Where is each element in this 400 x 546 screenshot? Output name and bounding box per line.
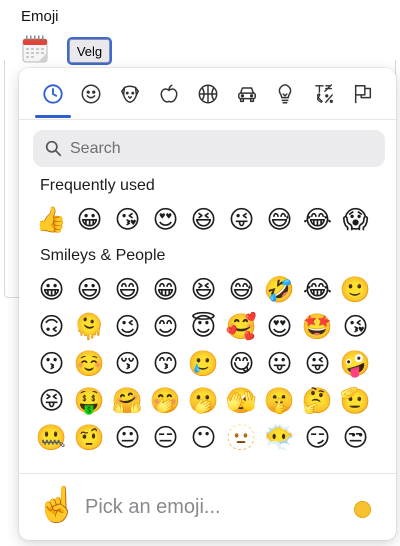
calendar-icon [22,35,48,63]
emoji-button[interactable]: 😐 [109,419,146,456]
emoji-button[interactable]: ☺️ [71,345,108,382]
emoji-button[interactable]: 😍 [261,308,298,345]
emoji-button[interactable]: 😆 [185,201,222,238]
tab-food[interactable] [155,80,183,108]
emoji-button[interactable]: 😘 [109,201,146,238]
pick-emoji-button[interactable]: Velg [67,37,112,65]
emoji-button[interactable]: 🙃 [33,308,70,345]
emoji-button[interactable]: 😆 [185,271,222,308]
emoji-button[interactable]: 😂 [299,271,336,308]
emoji-grid-frequent: 👍 😀 😘 😍 😆 😜 😅 😂 😱 [33,201,374,238]
tab-travel[interactable] [233,80,261,108]
car-icon [238,87,256,103]
smiley-icon [81,84,101,104]
emoji-button[interactable]: 🫣 [223,382,260,419]
emoji-button[interactable]: 🤐 [33,419,70,456]
section-title-frequent: Frequently used [40,177,155,194]
tab-objects[interactable] [271,80,299,108]
emoji-button[interactable]: 🫡 [337,382,374,419]
emoji-button[interactable]: 😝 [33,382,70,419]
lightbulb-icon [278,84,292,104]
emoji-button[interactable]: 😅 [261,201,298,238]
emoji-button[interactable]: 😚 [109,345,146,382]
emoji-button[interactable]: 😶 [185,419,222,456]
emoji-field-label: Emoji [21,8,59,25]
emoji-button[interactable]: 🤗 [109,382,146,419]
emoji-button[interactable]: 🫠 [71,308,108,345]
emoji-button[interactable]: 😉 [109,308,146,345]
tab-animals[interactable] [116,80,144,108]
search-input[interactable] [70,133,370,164]
emoji-button[interactable]: 😄 [109,271,146,308]
emoji-button[interactable]: 👍 [33,201,70,238]
basketball-icon [198,84,218,104]
emoji-button[interactable]: 🫥 [223,419,260,456]
emoji-button[interactable]: 🤩 [299,308,336,345]
apple-icon [160,84,178,103]
emoji-button[interactable]: 🙂 [337,271,374,308]
emoji-button[interactable]: 😅 [223,271,260,308]
emoji-button[interactable]: 😃 [71,271,108,308]
emoji-button[interactable]: 🤭 [147,382,184,419]
emoji-button[interactable]: 😛 [261,345,298,382]
emoji-button[interactable]: 😀 [33,271,70,308]
dog-icon [121,85,139,103]
tab-flags[interactable] [349,80,377,108]
emoji-button[interactable]: 😙 [147,345,184,382]
emoji-button[interactable]: 😑 [147,419,184,456]
emoji-grid-smileys: 😀 😃 😄 😁 😆 😅 🤣 😂 🙂 🙃 🫠 😉 😊 😇 🥰 😍 🤩 😘 😗 ☺️ 😚 😙 🥲 😋 😛 😜 🤪 😝 🤑 🤗 🤭 🫢 🫣 🤫 🤔 🫡 🤐 🤨 😐… [33,271,374,456]
skin-tone-button[interactable] [354,501,371,518]
emoji-button[interactable]: 😘 [337,308,374,345]
emoji-button[interactable]: 🥲 [185,345,222,382]
tab-activities[interactable] [194,80,222,108]
search-icon [45,140,62,157]
flag-icon [354,84,372,104]
preview-prompt: Pick an emoji... [85,496,221,518]
active-tab-indicator [35,115,71,118]
emoji-button[interactable]: 🤣 [261,271,298,308]
emoji-button[interactable]: 😋 [223,345,260,382]
emoji-button[interactable]: 😇 [185,308,222,345]
category-tabs [19,68,396,120]
preview-emoji: ☝️ [36,486,79,524]
emoji-button[interactable]: 😀 [71,201,108,238]
tab-recent[interactable] [39,80,67,108]
symbols-icon [315,84,333,103]
emoji-button[interactable]: 😂 [299,201,336,238]
emoji-button[interactable]: 😍 [147,201,184,238]
emoji-picker: Frequently used 👍😀😘😍😆😜😅😂😱 Smileys & Peop… [19,68,396,540]
emoji-button[interactable]: 🤫 [261,382,298,419]
emoji-button[interactable]: 😊 [147,308,184,345]
picker-footer: ☝️ Pick an emoji... [19,473,396,540]
emoji-button[interactable]: 😁 [147,271,184,308]
section-title-smileys: Smileys & People [40,247,166,264]
emoji-button[interactable]: 🤔 [299,382,336,419]
emoji-button[interactable]: 🫢 [185,382,222,419]
search-box [33,130,385,167]
emoji-button[interactable]: 😶‍🌫️ [261,419,298,456]
emoji-button[interactable]: 😜 [299,345,336,382]
emoji-button[interactable]: 🤨 [71,419,108,456]
emoji-button[interactable]: 😱 [337,201,374,238]
emoji-button[interactable]: 😏 [299,419,336,456]
tab-symbols[interactable] [310,80,338,108]
emoji-button[interactable]: 🤑 [71,382,108,419]
tab-smileys[interactable] [77,80,105,108]
emoji-button[interactable]: 😗 [33,345,70,382]
emoji-button[interactable]: 😒 [337,419,374,456]
emoji-button[interactable]: 🥰 [223,308,260,345]
emoji-button[interactable]: 😜 [223,201,260,238]
clock-icon [43,84,63,104]
emoji-button[interactable]: 🤪 [337,345,374,382]
